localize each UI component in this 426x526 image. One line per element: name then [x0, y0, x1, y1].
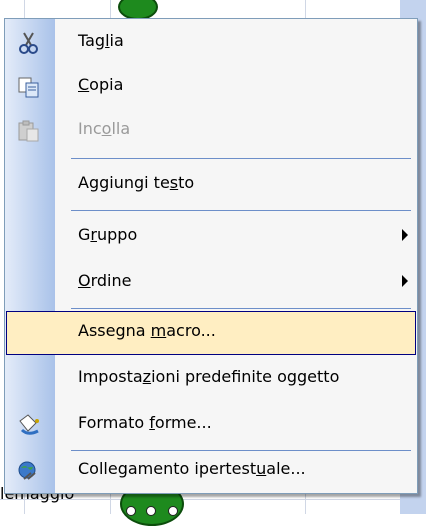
green-shape	[118, 0, 158, 20]
copy-icon	[16, 75, 42, 99]
menu-item-group[interactable]: Gruppo	[6, 215, 416, 259]
paste-icon	[16, 119, 42, 143]
context-menu: Taglia Copia Incolla Aggiungi testo Grup…	[4, 18, 418, 494]
hyperlink-icon	[16, 459, 42, 483]
menu-item-label: Collegamento ipertestuale...	[78, 459, 306, 478]
shape-handle[interactable]	[146, 506, 156, 516]
menu-separator	[71, 210, 411, 211]
shape-handle[interactable]	[126, 506, 136, 516]
menu-item-assign-macro[interactable]: Assegna macro...	[6, 311, 416, 355]
menu-item-label: Gruppo	[78, 225, 138, 244]
menu-item-label: Copia	[78, 75, 124, 94]
shape-handle[interactable]	[168, 506, 178, 516]
menu-item-hyperlink[interactable]: Collegamento ipertestuale...	[6, 449, 416, 493]
menu-item-default-settings[interactable]: Impostazioni predefinite oggetto	[6, 357, 416, 401]
submenu-arrow-icon	[402, 275, 408, 287]
menu-item-label: Formato forme...	[78, 413, 212, 432]
submenu-arrow-icon	[402, 229, 408, 241]
menu-item-add-text[interactable]: Aggiungi testo	[6, 163, 416, 207]
menu-item-label: Assegna macro...	[78, 321, 216, 340]
menu-item-copy[interactable]: Copia	[6, 65, 416, 109]
format-shape-icon	[16, 413, 42, 437]
menu-item-paste[interactable]: Incolla	[6, 109, 416, 153]
scissors-icon	[16, 31, 42, 55]
menu-separator	[71, 158, 411, 159]
menu-item-order[interactable]: Ordine	[6, 261, 416, 305]
menu-separator	[71, 308, 411, 309]
menu-item-label: Ordine	[78, 271, 132, 290]
menu-item-label: Taglia	[78, 31, 124, 50]
menu-item-label: Impostazioni predefinite oggetto	[78, 367, 340, 386]
menu-item-label: Incolla	[78, 119, 131, 138]
menu-item-label: Aggiungi testo	[78, 173, 195, 192]
menu-item-format-shape[interactable]: Formato forme...	[6, 403, 416, 447]
menu-item-cut[interactable]: Taglia	[6, 21, 416, 65]
